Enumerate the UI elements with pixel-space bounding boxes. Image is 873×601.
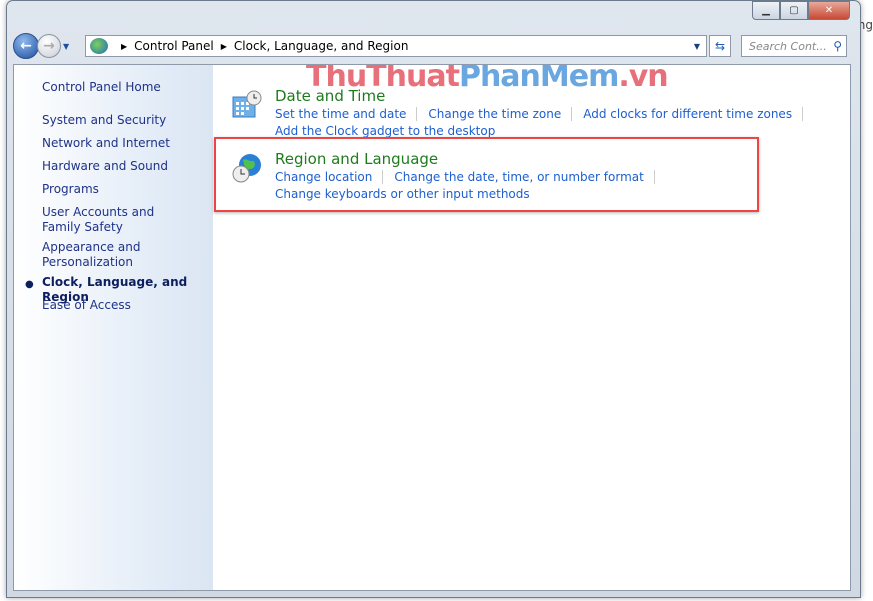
refresh-button[interactable]: ⇆ — [709, 35, 731, 57]
sidebar: Control Panel Home System and Security N… — [14, 65, 213, 590]
sidebar-item-user-accounts[interactable]: User Accounts and Family Safety — [42, 205, 192, 235]
recent-pages-dropdown[interactable]: ▼ — [63, 42, 69, 51]
address-dropdown-icon[interactable]: ▼ — [694, 42, 700, 51]
chevron-right-icon[interactable]: ▶ — [121, 42, 127, 51]
search-icon[interactable]: ⚲ — [833, 39, 842, 53]
minimize-button[interactable]: ▁ — [752, 1, 780, 20]
category-title[interactable]: Region and Language — [275, 150, 438, 168]
link-change-location[interactable]: Change location — [275, 170, 384, 184]
search-placeholder: Search Cont... — [749, 39, 827, 53]
sidebar-item-system-security[interactable]: System and Security — [42, 113, 207, 128]
sidebar-item-hardware[interactable]: Hardware and Sound — [42, 159, 207, 174]
close-button[interactable]: ✕ — [808, 1, 850, 20]
chevron-right-icon[interactable]: ▶ — [221, 42, 227, 51]
maximize-button[interactable]: ▢ — [780, 1, 808, 20]
link-change-keyboards[interactable]: Change keyboards or other input methods — [275, 187, 540, 201]
sidebar-item-programs[interactable]: Programs — [42, 182, 207, 197]
link-change-format[interactable]: Change the date, time, or number format — [394, 170, 655, 184]
category-title[interactable]: Date and Time — [275, 87, 385, 105]
control-panel-window: ▁ ▢ ✕ ← → ▼ ▶ Control Panel ▶ Clock, Lan… — [6, 0, 861, 598]
link-add-clocks[interactable]: Add clocks for different time zones — [583, 107, 804, 121]
current-item-bullet: ● — [25, 279, 34, 290]
breadcrumb-clock-language-region[interactable]: Clock, Language, and Region — [234, 39, 409, 53]
globe-clock-icon — [232, 154, 261, 183]
address-bar[interactable]: ▶ Control Panel ▶ Clock, Language, and R… — [85, 35, 707, 57]
link-add-clock-gadget[interactable]: Add the Clock gadget to the desktop — [275, 124, 505, 138]
sidebar-item-ease-of-access[interactable]: Ease of Access — [42, 298, 207, 313]
forward-button[interactable]: → — [37, 34, 61, 58]
sidebar-item-network[interactable]: Network and Internet — [42, 136, 207, 151]
search-input[interactable]: Search Cont... ⚲ — [741, 35, 847, 57]
back-button[interactable]: ← — [13, 33, 39, 59]
sidebar-item-home[interactable]: Control Panel Home — [42, 80, 207, 95]
sidebar-item-appearance[interactable]: Appearance and Personalization — [42, 240, 152, 270]
calendar-clock-icon — [232, 90, 262, 118]
breadcrumb-control-panel[interactable]: Control Panel — [134, 39, 214, 53]
content-area: Control Panel Home System and Security N… — [13, 64, 851, 591]
control-panel-icon — [90, 38, 108, 54]
link-change-time-zone[interactable]: Change the time zone — [428, 107, 573, 121]
link-set-time-date[interactable]: Set the time and date — [275, 107, 418, 121]
